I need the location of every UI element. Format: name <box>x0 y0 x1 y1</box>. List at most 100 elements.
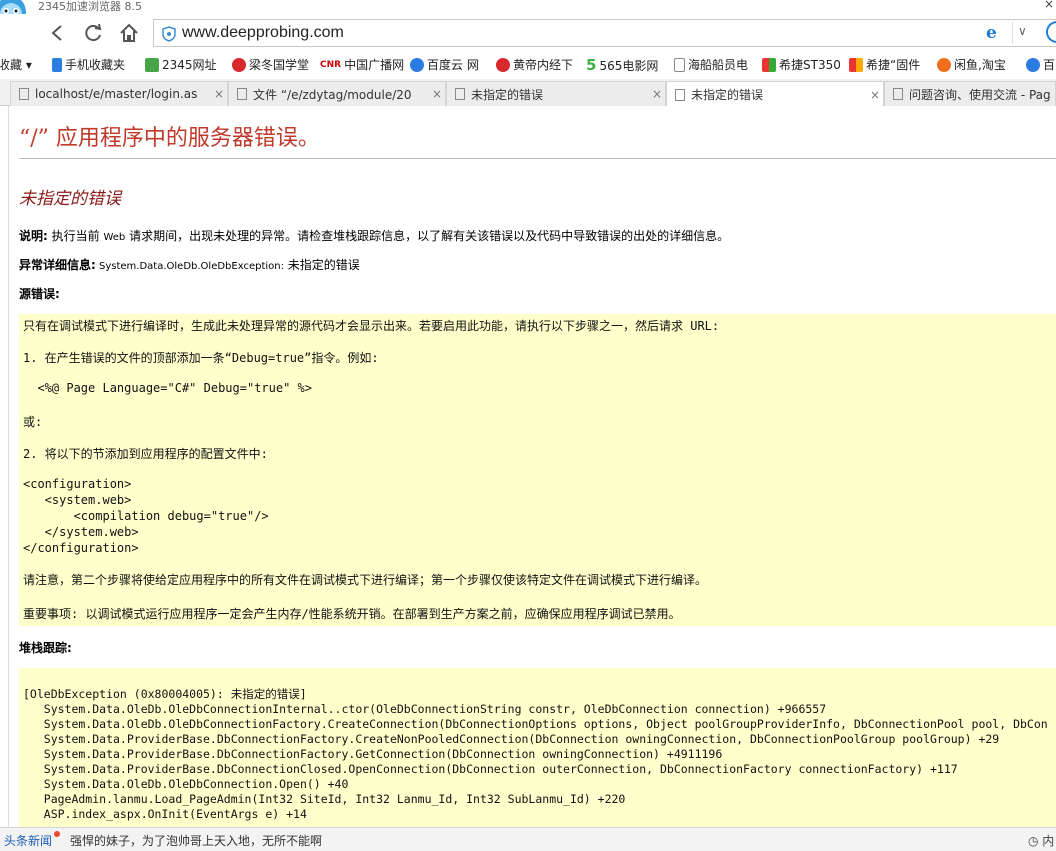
bookmark-label: 中国广播网 <box>344 58 405 72</box>
bookmark-item[interactable]: 海船船员电 <box>674 56 748 73</box>
app-title: 2345加速浏览器 8.5 <box>38 0 142 13</box>
error-subheading: 未指定的错误 <box>19 189 121 209</box>
source-line: 请注意，第二个步骤将使给定应用程序中的所有文件在调试模式下进行编译；第一个步骤仅… <box>23 573 708 587</box>
tab-close-button[interactable]: × <box>429 87 445 101</box>
divider <box>19 158 1056 159</box>
tab-error-2-active[interactable]: 未指定的错误 × <box>666 81 884 107</box>
bookmark-label: 黄帝内经下 <box>513 58 574 72</box>
search-engine-icon[interactable] <box>1046 21 1056 43</box>
address-separator <box>1012 22 1013 44</box>
stack-line: System.Data.ProviderBase.DbConnectionFac… <box>23 747 723 761</box>
bookmark-item[interactable]: CNR 中国广播网 <box>320 56 404 73</box>
grid-icon <box>762 57 776 72</box>
bookmark-item[interactable]: 百 <box>1026 56 1055 73</box>
bookmark-label: 闲鱼,淘宝 <box>954 58 1006 72</box>
window-close-button[interactable]: × <box>1044 0 1054 11</box>
security-shield-icon <box>162 26 176 42</box>
page-icon <box>675 88 685 101</box>
description-label: 说明: <box>19 229 48 243</box>
stack-line: System.Data.ProviderBase.DbConnectionFac… <box>23 732 1000 746</box>
title-bar: 2345加速浏览器 8.5 × <box>0 0 1056 41</box>
back-arrow-icon <box>51 25 62 41</box>
stack-trace-box: [OleDbException (0x80004005): 未指定的错误] Sy… <box>19 668 1056 827</box>
address-dropdown-icon[interactable]: ∨ <box>1018 24 1027 38</box>
bookmark-label: 梁冬国学堂 <box>249 58 310 72</box>
news-ticker-text[interactable]: 强悍的妹子，为了泡帅哥上天入地，无所不能啊 <box>70 832 322 849</box>
source-line: 1. 在产生错误的文件的顶部添加一条“Debug=true”指令。例如: <box>23 351 379 365</box>
tab-support[interactable]: 问题咨询、使用交流 - Pag <box>884 81 1056 106</box>
bookmark-label: 2345网址 <box>162 58 217 72</box>
stack-line: System.Data.ProviderBase.DbConnectionClo… <box>23 762 958 776</box>
tab-login[interactable]: localhost/e/master/login.as × <box>10 81 228 106</box>
bookmark-item[interactable]: 百度云 网 <box>410 56 479 73</box>
tab-close-button[interactable]: × <box>211 87 227 101</box>
baidu-cloud-icon <box>1026 57 1040 72</box>
weibo-icon <box>496 57 510 72</box>
bookmark-label: 海船船员电 <box>688 58 749 72</box>
tab-label: 未指定的错误 <box>471 87 544 102</box>
page-heading: “/” 应用程序中的服务器错误。 <box>19 126 320 151</box>
status-right-text[interactable]: ◷ 内 <box>1028 832 1054 849</box>
tab-close-button[interactable]: × <box>867 88 883 102</box>
bookmark-item[interactable]: 希捷ST350 <box>762 56 841 73</box>
page-icon <box>893 88 903 100</box>
tab-label: 文件 “/e/zdytag/module/20 <box>253 87 412 102</box>
home-button[interactable] <box>115 19 143 47</box>
source-error-box: 只有在调试模式下进行编译时，生成此未处理异常的源代码才会显示出来。若要启用此功能… <box>19 314 1056 626</box>
source-line: <%@ Page Language="C#" Debug="true" %> <box>23 381 312 395</box>
stack-line: System.Data.OleDb.OleDbConnectionFactory… <box>23 717 1048 731</box>
bookmark-label: 565电影网 <box>599 58 659 73</box>
bookmark-label: 百 <box>1043 58 1056 72</box>
source-line: 重要事项: 以调试模式运行应用程序一定会产生内存/性能系统开销。在部署到生产方案… <box>23 607 681 621</box>
bookmark-item[interactable]: 2345网址 <box>145 56 217 73</box>
tab-file[interactable]: 文件 “/e/zdytag/module/20 × <box>228 81 446 106</box>
565-icon: 5 <box>586 56 597 74</box>
bookmark-item[interactable]: 5 565电影网 <box>586 56 658 74</box>
page-icon <box>19 88 29 100</box>
stack-line: System.Data.OleDb.OleDbConnection.Open()… <box>23 777 349 791</box>
address-bar[interactable]: www.deepprobing.com e ∨ <box>153 19 1056 47</box>
bookmark-label: 希捷ST350 <box>779 58 841 72</box>
page-icon <box>455 88 465 100</box>
bookmark-item[interactable]: 梁冬国学堂 <box>232 56 309 73</box>
page-icon <box>237 88 247 100</box>
home-icon <box>145 57 159 72</box>
bookmark-item[interactable]: 手机收藏夹 <box>52 56 125 73</box>
source-error-label-text: 源错误: <box>19 287 60 301</box>
bookmark-item[interactable]: 黄帝内经下 <box>496 56 573 73</box>
source-line: 2. 将以下的节添加到应用程序的配置文件中: <box>23 447 268 461</box>
stack-line: ASP.index_aspx.OnInit(EventArgs e) +14 <box>23 807 307 821</box>
page-icon <box>674 57 685 72</box>
news-label[interactable]: 头条新闻 <box>4 832 52 849</box>
tab-error-1[interactable]: 未指定的错误 × <box>446 81 666 106</box>
tab-bar: localhost/e/master/login.as × 文件 “/e/zdy… <box>0 79 1056 107</box>
source-line: </system.web> <box>23 525 139 539</box>
tab-label: 未指定的错误 <box>691 88 764 102</box>
bookmark-favorites[interactable]: 收藏 ▾ <box>0 56 32 73</box>
source-line: <system.web> <box>23 493 132 507</box>
refresh-button[interactable] <box>79 19 107 47</box>
ie-mode-icon[interactable]: e <box>986 23 997 43</box>
back-button[interactable] <box>43 19 71 47</box>
exception-message: 未指定的错误 <box>283 258 360 272</box>
page-content: “/” 应用程序中的服务器错误。 未指定的错误 说明: 执行当前 Web 请求期… <box>8 106 1056 827</box>
xianyu-icon <box>937 57 951 72</box>
tab-close-button[interactable]: × <box>649 87 665 101</box>
stack-line: PageAdmin.lanmu.Load_PageAdmin(Int32 Sit… <box>23 792 626 806</box>
bookmark-label: 希捷“固件 <box>866 58 921 72</box>
phone-icon <box>52 57 62 72</box>
source-line: 只有在调试模式下进行编译时，生成此未处理异常的源代码才会显示出来。若要启用此功能… <box>23 319 720 333</box>
exception-label: 异常详细信息: <box>19 258 96 272</box>
description-paragraph: 说明: 执行当前 Web 请求期间，出现未处理的异常。请检查堆栈跟踪信息，以了解… <box>19 227 729 244</box>
weibo-icon <box>232 57 246 72</box>
address-url-text[interactable]: www.deepprobing.com <box>182 24 344 42</box>
description-web: Web <box>103 232 126 243</box>
stack-line: [OleDbException (0x80004005): 未指定的错误] <box>23 687 307 701</box>
stack-trace-label-text: 堆栈跟踪: <box>19 641 72 655</box>
grid-icon <box>849 57 863 72</box>
bookmark-label: 收藏 ▾ <box>0 58 32 72</box>
bookmark-item[interactable]: 闲鱼,淘宝 <box>937 56 1006 73</box>
stack-line: System.Data.OleDb.OleDbConnectionInterna… <box>23 702 827 716</box>
bookmark-item[interactable]: 希捷“固件 <box>849 56 920 73</box>
source-line: <compilation debug="true"/> <box>23 509 269 523</box>
